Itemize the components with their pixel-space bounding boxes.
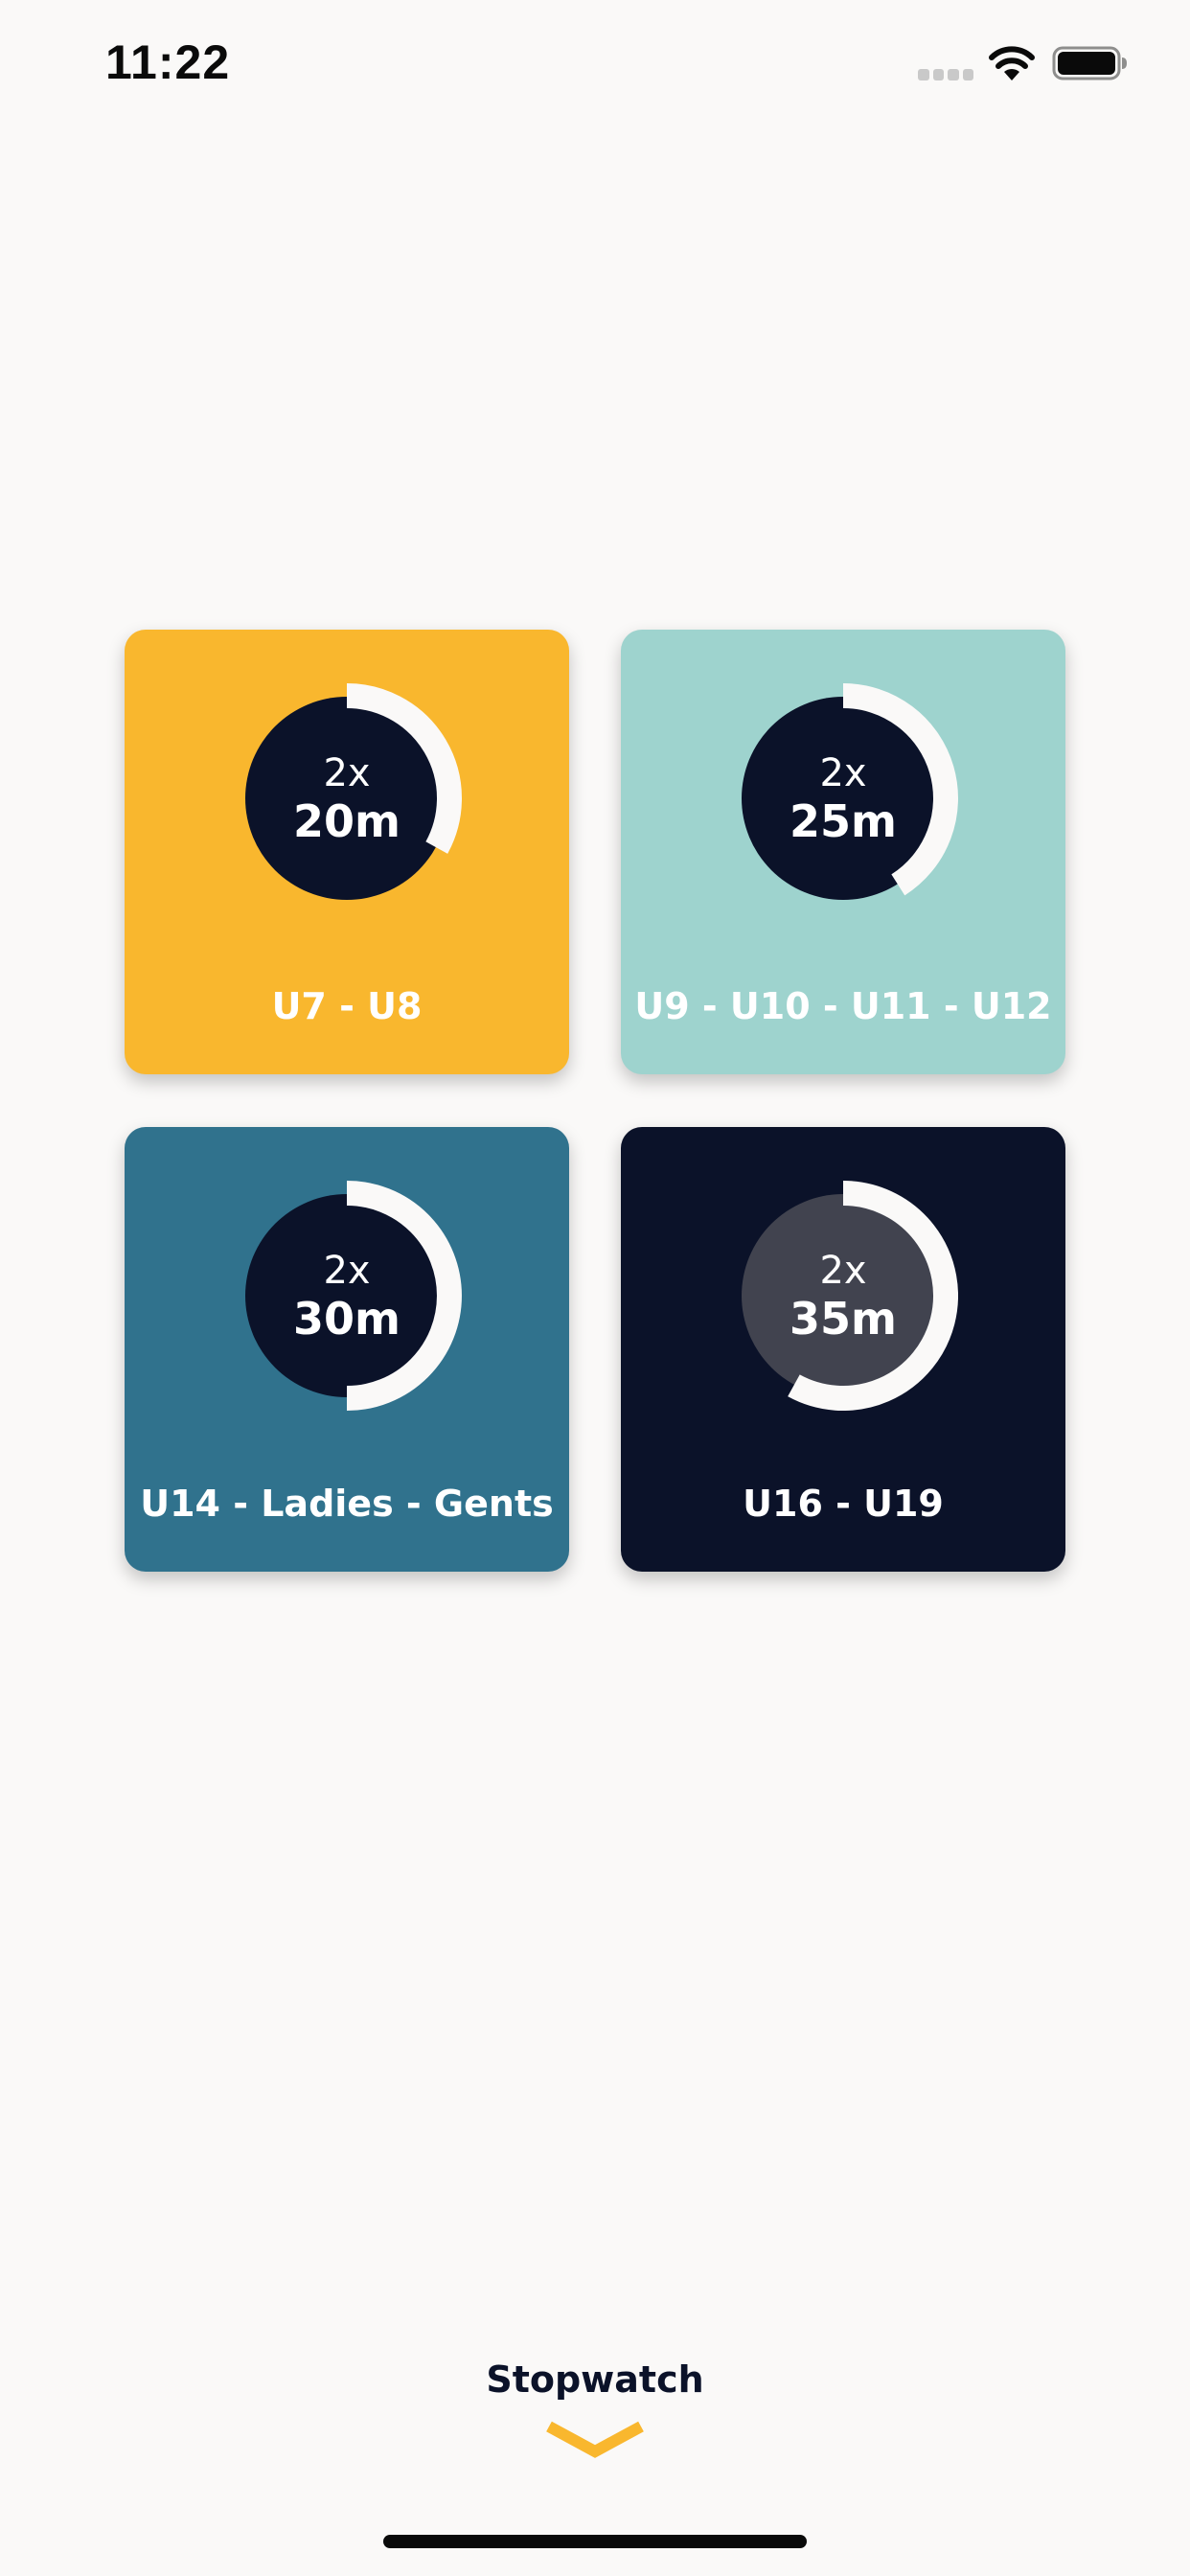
half-duration: 20m	[293, 795, 400, 847]
stopwatch-toggle-button[interactable]: Stopwatch	[451, 2350, 739, 2469]
duration-dial: 2x 25m	[728, 683, 958, 913]
stopwatch-label: Stopwatch	[486, 2358, 704, 2401]
cellular-signal-icon	[918, 69, 973, 80]
age-group-label: U16 - U19	[743, 1483, 944, 1525]
home-indicator[interactable]	[383, 2535, 807, 2548]
match-card-u16-u19[interactable]: 2x 35m U16 - U19	[621, 1127, 1065, 1572]
status-bar: 11:22	[0, 0, 1190, 126]
half-duration: 30m	[293, 1293, 400, 1345]
match-card-u9-u12[interactable]: 2x 25m U9 - U10 - U11 - U12	[621, 630, 1065, 1074]
half-duration: 35m	[790, 1293, 897, 1345]
halves-count: 2x	[819, 751, 867, 795]
match-card-u14-ladies-gents[interactable]: 2x 30m U14 - Ladies - Gents	[125, 1127, 569, 1572]
status-time: 11:22	[105, 35, 231, 89]
duration-dial: 2x 35m	[728, 1181, 958, 1411]
halves-count: 2x	[323, 1249, 371, 1293]
battery-icon	[1052, 46, 1127, 80]
duration-dial: 2x 30m	[232, 1181, 462, 1411]
halves-count: 2x	[819, 1249, 867, 1293]
halves-count: 2x	[323, 751, 371, 795]
half-duration: 25m	[790, 795, 897, 847]
match-card-u7-u8[interactable]: 2x 20m U7 - U8	[125, 630, 569, 1074]
age-group-label: U9 - U10 - U11 - U12	[634, 985, 1052, 1027]
chevron-down-icon	[546, 2421, 644, 2458]
duration-dial: 2x 20m	[232, 683, 462, 913]
age-group-label: U7 - U8	[271, 985, 423, 1027]
age-group-label: U14 - Ladies - Gents	[140, 1483, 554, 1525]
wifi-icon	[989, 46, 1035, 80]
